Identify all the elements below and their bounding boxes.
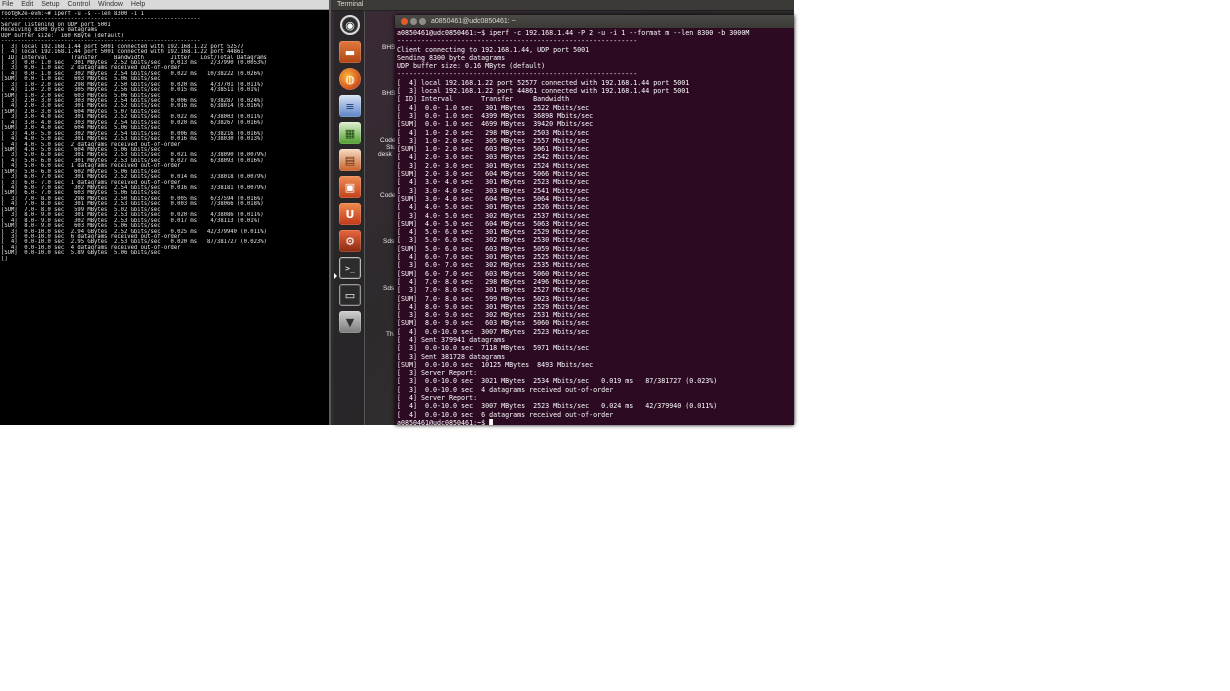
- terminal-line: [ 3] 1.0- 2.0 sec 305 MBytes 2557 Mbits/…: [397, 136, 590, 145]
- terminal-line: [SUM] 7.0- 8.0 sec 599 MBytes 5023 Mbits…: [397, 294, 590, 303]
- terminal-line: [ 4] 0.0- 1.0 sec 301 MBytes 2522 Mbits/…: [397, 103, 590, 112]
- terminal-line: [ 3] 0.0-10.0 sec 3021 MBytes 2534 Mbits…: [397, 377, 718, 386]
- terminal-line: [SUM] 1.0- 2.0 sec 603 MBytes 5061 Mbits…: [397, 145, 590, 154]
- terminal-icon[interactable]: >_: [339, 257, 361, 279]
- menu-file[interactable]: File: [2, 1, 13, 8]
- terminal-line: [ 3] 0.0-10.0 sec 4 datagrams received o…: [397, 385, 614, 394]
- terminal-line: ----------------------------------------…: [397, 37, 638, 46]
- terminal-line: a0850461@udc0850461:~$ iperf -c 192.168.…: [397, 29, 750, 37]
- minimize-window-button[interactable]: [410, 18, 417, 25]
- menu-setup[interactable]: Setup: [41, 1, 59, 8]
- serial-console-window[interactable]: File Edit Setup Control Window Help root…: [0, 0, 331, 425]
- terminal-output[interactable]: a0850461@udc0850461:~$ iperf -c 192.168.…: [397, 29, 793, 425]
- terminal-line: [SUM] 3.0- 4.0 sec 604 MBytes 5064 Mbits…: [397, 194, 590, 203]
- terminal-titlebar[interactable]: a0850461@udc0850461: ~: [395, 15, 794, 28]
- terminal-line: [ 3] 4.0- 5.0 sec 302 MBytes 2537 Mbits/…: [397, 211, 590, 220]
- active-app-indicator: [334, 273, 337, 279]
- terminal-line: [ 3] 6.0- 7.0 sec 302 MBytes 2535 Mbits/…: [397, 261, 590, 270]
- terminal-line: [SUM] 2.0- 3.0 sec 604 MBytes 5066 Mbits…: [397, 170, 590, 179]
- terminal-line: [ 3] 8.0- 9.0 sec 302 MBytes 2531 Mbits/…: [397, 311, 590, 320]
- terminal-line: [ 4] 3.0- 4.0 sec 301 MBytes 2523 Mbits/…: [397, 178, 590, 187]
- launcher: ◉ ▬ ◍ ≡ ▦ ▤ ▣ U ⚙ >_ ▭ ▼: [334, 11, 365, 425]
- terminal-line: [SUM] 6.0- 7.0 sec 603 MBytes 5060 Mbits…: [397, 269, 590, 278]
- terminal-line: [ 3] Sent 381728 datagrams: [397, 352, 506, 361]
- terminal-line: [ 4] 0.0-10.0 sec 3007 MBytes 2523 Mbits…: [397, 402, 718, 411]
- terminal-line: [ 3] 5.0- 6.0 sec 302 MBytes 2530 Mbits/…: [397, 236, 590, 245]
- desktop-icon-label[interactable]: Sds: [383, 285, 394, 292]
- menu-help[interactable]: Help: [131, 1, 145, 8]
- terminal-line: [ 3] Server Report:: [397, 369, 478, 378]
- desktop-icon-label[interactable]: Th: [386, 331, 394, 338]
- terminal-line: [ 4] 0.0-10.0 sec 6 datagrams received o…: [397, 410, 614, 419]
- terminal-line: [ 3] 7.0- 8.0 sec 301 MBytes 2527 Mbits/…: [397, 286, 590, 295]
- terminal-line: [ 4] 5.0- 6.0 sec 301 MBytes 2529 Mbits/…: [397, 228, 590, 237]
- maximize-window-button[interactable]: [419, 18, 426, 25]
- system-settings-icon[interactable]: ⚙: [339, 230, 361, 252]
- menu-control[interactable]: Control: [68, 1, 91, 8]
- terminal-prompt: a0850461@udc0850461:~$: [397, 418, 490, 425]
- terminal-line: [ 3] 0.0-10.0 sec 7118 MBytes 5971 Mbits…: [397, 344, 590, 353]
- desktop-icon-label[interactable]: Code: [380, 137, 396, 144]
- terminal-line: [ 4] 8.0- 9.0 sec 301 MBytes 2529 Mbits/…: [397, 302, 590, 311]
- dash-home-icon[interactable]: ◉: [340, 15, 360, 35]
- terminal-line: [ 4] Sent 379941 datagrams: [397, 335, 506, 344]
- terminal-line: [ 4] 0.0-10.0 sec 3007 MBytes 2523 Mbits…: [397, 327, 590, 336]
- files-icon[interactable]: ▬: [339, 41, 361, 63]
- menu-window[interactable]: Window: [98, 1, 123, 8]
- terminal-line: Sending 8300 byte datagrams: [397, 53, 506, 62]
- terminal-line: [ ID] Interval Transfer Bandwidth: [397, 95, 570, 104]
- libreoffice-impress-icon[interactable]: ▤: [339, 149, 361, 171]
- desktop-icon-label[interactable]: Code: [380, 192, 396, 199]
- libreoffice-writer-icon[interactable]: ≡: [339, 95, 361, 117]
- workspace-switcher-icon[interactable]: ▭: [339, 284, 361, 306]
- terminal-line: [ 4] 7.0- 8.0 sec 298 MBytes 2496 Mbits/…: [397, 277, 590, 286]
- terminal-line: [SUM] 5.0- 6.0 sec 603 MBytes 5059 Mbits…: [397, 244, 590, 253]
- console-line: []: [1, 255, 8, 262]
- terminal-title: a0850461@udc0850461: ~: [431, 18, 516, 25]
- libreoffice-calc-icon[interactable]: ▦: [339, 122, 361, 144]
- desktop-icon-label[interactable]: Sds: [383, 238, 394, 245]
- desktop-icon-label[interactable]: desk: [378, 151, 392, 158]
- terminal-line: [ 3] local 192.168.1.22 port 44861 conne…: [397, 87, 690, 96]
- ubuntu-one-icon[interactable]: U: [339, 203, 361, 225]
- desktop-icon-label[interactable]: BHS: [382, 44, 395, 51]
- terminal-line: [ 4] local 192.168.1.22 port 52577 conne…: [397, 78, 690, 87]
- terminal-line: [SUM] 0.0-10.0 sec 10125 MBytes 8493 Mbi…: [397, 360, 594, 369]
- top-panel: Terminal: [331, 0, 794, 11]
- menu-edit[interactable]: Edit: [21, 1, 33, 8]
- terminal-line: [SUM] 0.0- 1.0 sec 4699 MBytes 39420 Mbi…: [397, 120, 594, 129]
- firefox-icon[interactable]: ◍: [339, 68, 361, 90]
- text-cursor: [489, 418, 493, 425]
- terminal-line: Client connecting to 192.168.1.44, UDP p…: [397, 45, 590, 54]
- terminal-line: [SUM] 4.0- 5.0 sec 604 MBytes 5063 Mbits…: [397, 219, 590, 228]
- terminal-line: [ 3] 0.0- 1.0 sec 4399 MBytes 36898 Mbit…: [397, 111, 594, 120]
- terminal-line: ----------------------------------------…: [397, 70, 638, 79]
- console-menubar: File Edit Setup Control Window Help: [0, 0, 331, 10]
- terminal-prompt-line[interactable]: a0850461@udc0850461:~$: [397, 418, 773, 425]
- desktop-icon-label[interactable]: BHS: [382, 90, 395, 97]
- terminal-line: [ 4] 2.0- 3.0 sec 303 MBytes 2542 Mbits/…: [397, 153, 590, 162]
- software-center-icon[interactable]: ▣: [339, 176, 361, 198]
- terminal-line: [ 3] 2.0- 3.0 sec 301 MBytes 2524 Mbits/…: [397, 161, 590, 170]
- terminal-line: [ 4] 4.0- 5.0 sec 301 MBytes 2526 Mbits/…: [397, 203, 590, 212]
- terminal-line: [ 4] Server Report:: [397, 394, 478, 403]
- close-window-button[interactable]: [401, 18, 408, 25]
- terminal-window[interactable]: a0850461@udc0850461: ~ a0850461@udc08504…: [395, 15, 794, 425]
- terminal-line: [ 4] 1.0- 2.0 sec 298 MBytes 2503 Mbits/…: [397, 128, 590, 137]
- terminal-line: [ 4] 6.0- 7.0 sec 301 MBytes 2525 Mbits/…: [397, 253, 590, 262]
- terminal-line: [ 3] 3.0- 4.0 sec 303 MBytes 2541 Mbits/…: [397, 186, 590, 195]
- terminal-line: UDP buffer size: 0.16 MByte (default): [397, 62, 546, 71]
- terminal-line: [SUM] 8.0- 9.0 sec 603 MBytes 5060 Mbits…: [397, 319, 590, 328]
- trash-icon[interactable]: ▼: [339, 311, 361, 333]
- serial-console-output[interactable]: root@k2e-evm:~# iperf -u -s --len 8300 -…: [1, 11, 329, 261]
- active-window-title: Terminal: [337, 1, 364, 8]
